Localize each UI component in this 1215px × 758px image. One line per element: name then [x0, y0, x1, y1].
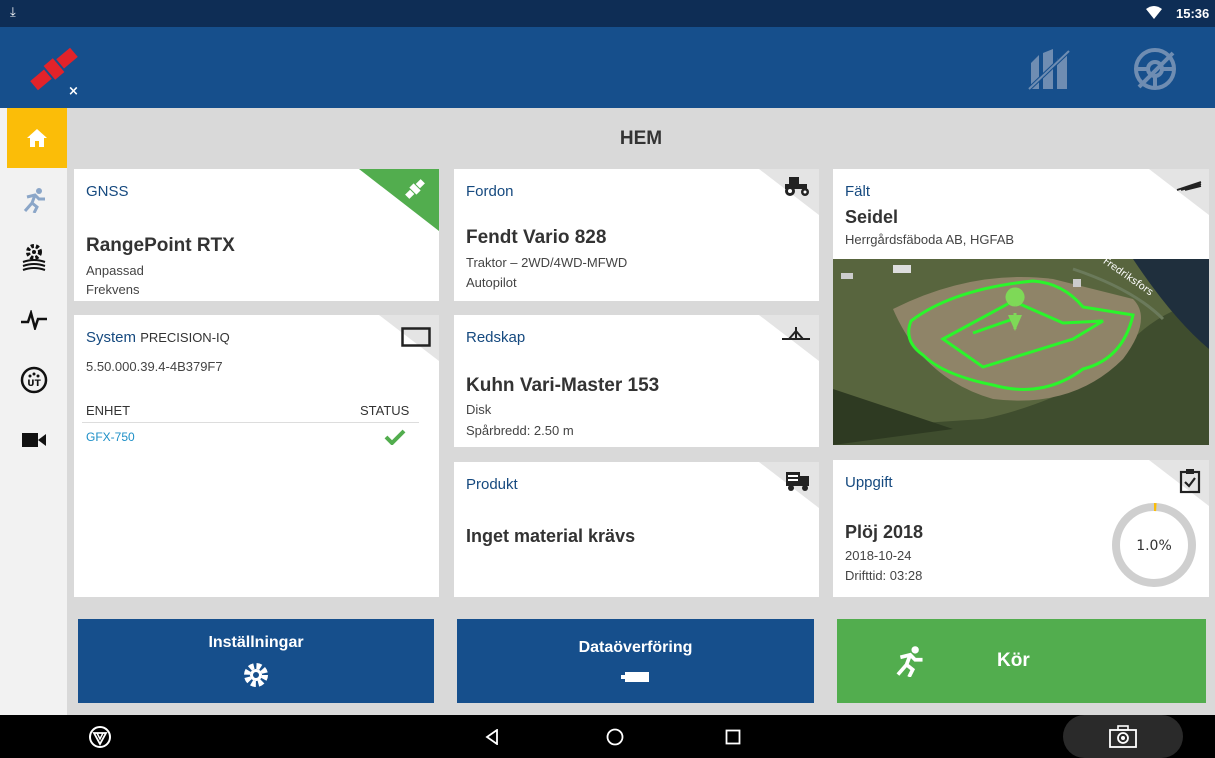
trimble-icon — [89, 725, 111, 748]
vehicle-name: Fendt Vario 828 — [466, 227, 607, 248]
settings-button-label: Inställningar — [208, 634, 304, 651]
gnss-header: GNSS — [86, 183, 129, 200]
download-icon: ⤓ — [10, 4, 16, 19]
gear-icon — [244, 663, 268, 687]
run-button[interactable]: Kör — [837, 619, 1206, 703]
task-name: Plöj 2018 — [845, 522, 924, 542]
runner-icon — [896, 646, 923, 677]
implement-width: Spårbredd: 2.50 m — [466, 423, 574, 438]
gnss-correction: Anpassad — [86, 263, 144, 278]
product-card[interactable]: Produkt Inget material krävs — [454, 462, 819, 597]
vehicle-header: Fordon — [466, 183, 514, 200]
satellite-disconnected-icon[interactable]: × — [26, 43, 86, 99]
pulse-icon — [20, 310, 47, 330]
system-card[interactable]: System PRECISION-IQ 5.50.000.39.4-4B379F… — [74, 315, 439, 597]
gnss-card[interactable]: GNSS RangePoint RTX Anpassad Frekvens — [74, 169, 439, 301]
settings-button[interactable]: Inställningar — [78, 619, 434, 703]
runner-icon — [23, 188, 45, 213]
main-content: HEM GNSS RangePoint RTX Anpassad Frekven… — [67, 108, 1215, 715]
gnss-frequency: Frekvens — [86, 282, 140, 297]
run-button-label: Kör — [997, 650, 1030, 671]
trimble-logo-button[interactable] — [80, 715, 120, 758]
sidebar-item-run[interactable] — [0, 172, 67, 228]
svg-text:×: × — [68, 84, 79, 99]
system-header: System PRECISION-IQ — [86, 329, 230, 346]
back-icon — [485, 728, 498, 745]
field-lines-icon — [1176, 181, 1202, 191]
implement-header: Redskap — [466, 329, 526, 346]
circle-home-icon — [606, 728, 624, 745]
check-icon — [384, 429, 406, 445]
product-tank-icon — [786, 472, 809, 491]
field-header: Fält — [845, 183, 871, 200]
task-header: Uppgift — [845, 474, 893, 491]
system-product: PRECISION-IQ — [140, 330, 230, 345]
sidebar: UT — [0, 108, 67, 715]
implement-type: Disk — [466, 402, 492, 417]
task-date: 2018-10-24 — [845, 548, 912, 563]
sidebar-item-home[interactable] — [7, 108, 67, 168]
task-progress-ring: 1.0% — [1112, 503, 1196, 587]
vehicle-card[interactable]: Fordon Fendt Vario 828 Traktor – 2WD/4WD… — [454, 169, 819, 301]
satellite-icon — [405, 179, 425, 199]
universal-terminal-icon: UT — [20, 366, 47, 394]
status-bar: ⤓ 15:36 — [0, 0, 1215, 27]
sidebar-item-diagnostics[interactable] — [0, 292, 67, 348]
system-nav-bar — [0, 715, 1215, 758]
home-icon — [27, 129, 47, 147]
home-nav-button[interactable] — [603, 715, 627, 758]
wifi-icon — [1146, 6, 1162, 19]
gnss-ok-indicator — [359, 169, 439, 231]
sidebar-item-ut[interactable]: UT — [0, 352, 67, 408]
app-bar: × — [0, 27, 1215, 108]
task-runtime: Drifttid: 03:28 — [845, 568, 923, 583]
sidebar-item-field-settings[interactable] — [0, 230, 67, 286]
task-card[interactable]: Uppgift Plöj 2018 2018-10-24 Drifttid: 0… — [833, 460, 1209, 597]
clipboard-check-icon — [1179, 469, 1201, 494]
field-owner: Herrgårdsfäboda AB, HGFAB — [845, 232, 1015, 247]
gear-field-icon — [22, 244, 45, 271]
product-name: Inget material krävs — [466, 526, 636, 546]
autosteer-disabled-icon[interactable] — [1131, 45, 1179, 93]
product-header: Produkt — [466, 476, 518, 493]
field-boundary-disabled-icon[interactable] — [1025, 45, 1073, 93]
tractor-icon — [785, 177, 809, 196]
back-button[interactable] — [480, 715, 504, 758]
svg-text:UT: UT — [27, 379, 41, 389]
vehicle-steering: Autopilot — [466, 275, 517, 290]
field-card[interactable]: Fält Seidel Herrgårdsfäboda AB, HGFAB Fr… — [833, 169, 1209, 445]
video-camera-icon — [21, 433, 46, 447]
screenshot-button[interactable] — [1063, 715, 1183, 758]
system-version: 5.50.000.39.4-4B379F7 — [86, 359, 223, 374]
clock: 15:36 — [1176, 6, 1210, 21]
data-transfer-button-label: Dataöverföring — [578, 639, 693, 656]
recents-button[interactable] — [721, 715, 745, 758]
gnss-receiver: RangePoint RTX — [86, 235, 235, 256]
implement-icon — [782, 327, 810, 340]
square-recents-icon — [725, 729, 741, 744]
implement-card[interactable]: Redskap Kuhn Vari-Master 153 Disk Spårbr… — [454, 315, 819, 447]
page-title: HEM — [619, 128, 663, 149]
sidebar-item-camera[interactable] — [0, 412, 67, 468]
field-name: Seidel — [845, 207, 899, 227]
divider — [82, 422, 419, 423]
data-transfer-button[interactable]: Dataöverföring — [457, 619, 814, 703]
task-progress-label: 1.0% — [1136, 538, 1172, 554]
vehicle-type: Traktor – 2WD/4WD-MFWD — [466, 255, 628, 270]
column-unit-header: ENHET — [86, 403, 131, 418]
system-label: System — [86, 329, 137, 346]
camera-icon — [1109, 724, 1137, 748]
device-row-unit[interactable]: GFX-750 — [86, 430, 135, 444]
usb-drive-icon — [620, 672, 649, 682]
implement-name: Kuhn Vari-Master 153 — [466, 375, 660, 396]
display-icon — [401, 327, 431, 347]
field-map[interactable]: Fredriksfors — [833, 259, 1209, 445]
column-status-header: STATUS — [360, 403, 410, 418]
